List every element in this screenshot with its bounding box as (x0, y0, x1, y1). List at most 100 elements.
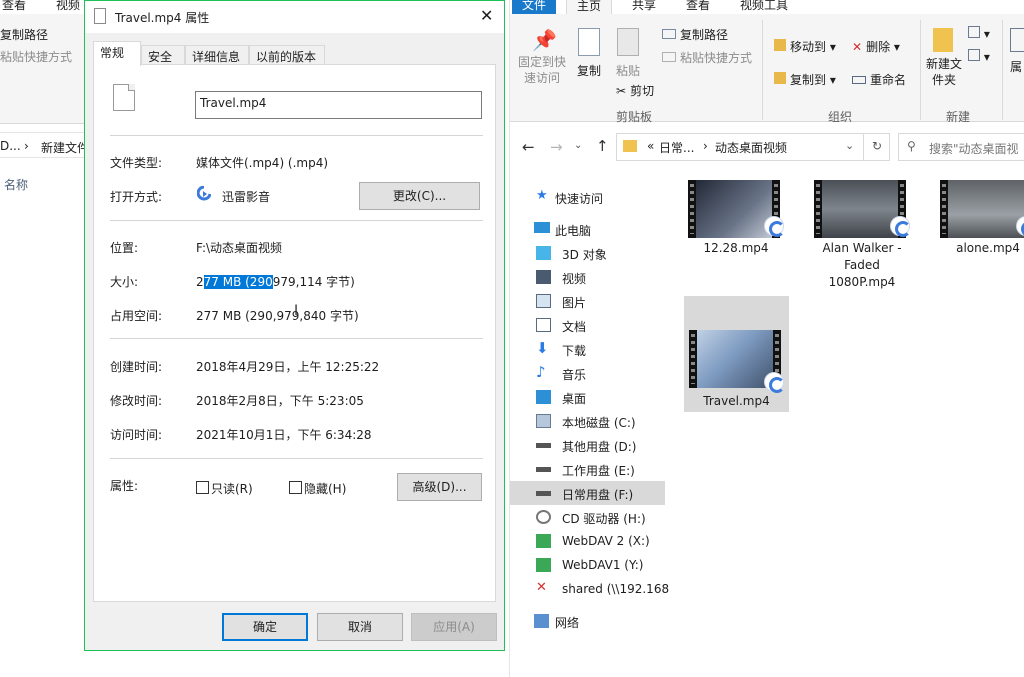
cut-label: 剪切 (630, 84, 655, 98)
advanced-button[interactable]: 高级(D)... (397, 473, 482, 501)
divider (110, 338, 483, 339)
delete-x-icon: ✕ (852, 40, 863, 54)
change-button-label: 更改(C)... (392, 189, 447, 203)
nav-shared-network-drive[interactable]: ✕ shared (\\192.168 (510, 577, 669, 601)
copy-icon (578, 28, 600, 56)
tab-general[interactable]: 常规 (93, 41, 141, 66)
created-value: 2018年4月29日，上午 12:25:22 (196, 360, 380, 374)
paste-shortcut-button[interactable]: 粘贴快捷方式 (662, 49, 752, 66)
paste-shortcut-button[interactable]: 粘贴快捷方式 (0, 48, 72, 65)
cancel-button[interactable]: 取消 (317, 613, 403, 641)
ok-button[interactable]: 确定 (222, 613, 308, 641)
new-item-button[interactable]: ▾ (968, 26, 990, 41)
tab-video[interactable]: 视频 (56, 0, 80, 13)
filename-input[interactable]: Travel.mp4 (195, 91, 482, 119)
recent-dropdown-icon[interactable]: ⌄ (574, 140, 582, 151)
readonly-checkbox[interactable] (196, 481, 209, 494)
cancel-button-label: 取消 (347, 620, 372, 634)
file-icon (94, 8, 106, 24)
windows-drive-icon (536, 414, 551, 428)
easy-access-button[interactable]: ▾ (968, 49, 990, 64)
search-box[interactable]: ⚲ 搜索"动态桌面视 (898, 133, 1024, 161)
copy-to-button[interactable]: 复制到 ▾ (774, 71, 836, 88)
nav-quick-access[interactable]: ★ 快速访问 (510, 185, 665, 209)
nav-network[interactable]: 网络 (510, 609, 665, 633)
refresh-icon[interactable]: ↻ (872, 139, 882, 153)
address-bar[interactable]: D... › 新建文件 (0, 132, 89, 158)
address-bar[interactable]: « 日常... › 动态桌面视频 ⌄ ↻ (616, 133, 890, 161)
nav-pictures[interactable]: 图片 (510, 289, 665, 313)
nav-drive-d[interactable]: 其他用盘 (D:) (510, 433, 665, 457)
tab-home[interactable]: 主页 (566, 0, 613, 14)
copy-to-label: 复制到 (790, 73, 827, 87)
nav-drive-e[interactable]: 工作用盘 (E:) (510, 457, 665, 481)
move-to-button[interactable]: 移动到 ▾ (774, 38, 836, 55)
address-overflow[interactable]: « (647, 139, 654, 153)
tab-general-label: 常规 (100, 46, 125, 60)
tab-file[interactable]: 文件 (512, 0, 557, 14)
nav-drive-f[interactable]: 日常用盘 (F:) (510, 481, 665, 505)
open-with-value: 迅雷影音 (222, 190, 271, 204)
rename-button[interactable]: 重命名 (852, 71, 906, 88)
pin-quick-access-button[interactable]: 📌 固定到快速访问 (516, 28, 570, 86)
nav-this-pc[interactable]: 此电脑 (510, 217, 665, 241)
tab-video-tools[interactable]: 视频工具 (730, 0, 798, 14)
tab-security[interactable]: 安全 (141, 45, 185, 65)
properties-label: 属 (1010, 60, 1023, 74)
nav-drive-c[interactable]: 本地磁盘 (C:) (510, 409, 665, 433)
address-crumb-drive[interactable]: 日常... (659, 139, 694, 156)
address-crumb[interactable]: 新建文件 (41, 139, 89, 156)
tab-share[interactable]: 共享 (622, 0, 666, 14)
document-icon (536, 318, 551, 332)
nav-downloads[interactable]: ⬇ 下载 (510, 337, 665, 361)
drive-icon (536, 467, 551, 472)
nav-documents[interactable]: 文档 (510, 313, 665, 337)
cut-button[interactable]: ✂ 剪切 (616, 82, 654, 99)
nav-webdav-x[interactable]: WebDAV 2 (X:) (510, 529, 665, 553)
file-name: 12.28.mp4 (703, 241, 769, 255)
new-folder-button[interactable]: 新建文件夹 (924, 28, 962, 88)
network-icon (534, 614, 549, 628)
nav-desktop[interactable]: 桌面 (510, 385, 665, 409)
column-header-name[interactable]: 名称 (4, 176, 28, 193)
tab-view[interactable]: 查看 (676, 0, 720, 14)
divider (762, 20, 763, 120)
divider (110, 458, 483, 459)
tab-previous-versions-label: 以前的版本 (256, 50, 317, 64)
music-note-icon: ♪ (536, 363, 546, 381)
paste-button[interactable]: 粘贴 (610, 28, 646, 79)
apply-button[interactable]: 应用(A) (411, 613, 497, 641)
nav-label: 音乐 (562, 368, 587, 382)
address-crumb-folder[interactable]: 动态桌面视频 (715, 139, 787, 156)
scissors-icon: ✂ (616, 84, 627, 98)
copy-path-button[interactable]: 复制路径 (662, 26, 728, 43)
size-value[interactable]: 277 MB (290979,114 字节) (196, 273, 355, 290)
hidden-checkbox[interactable] (289, 481, 302, 494)
file-item-selected[interactable]: Travel.mp4 (684, 296, 789, 412)
properties-button[interactable]: 属 (1010, 28, 1024, 75)
forward-arrow-icon[interactable]: → (550, 138, 563, 156)
back-arrow-icon[interactable]: ← (522, 138, 535, 156)
nav-webdav-y[interactable]: WebDAV1 (Y:) (510, 553, 665, 577)
nav-label: 下载 (562, 344, 587, 358)
nav-videos[interactable]: 视频 (510, 265, 665, 289)
nav-cd-drive-h[interactable]: CD 驱动器 (H:) (510, 505, 665, 529)
nav-3d-objects[interactable]: 3D 对象 (510, 241, 665, 265)
nav-label: 图片 (562, 296, 587, 310)
change-button[interactable]: 更改(C)... (359, 182, 480, 210)
chevron-right-icon: › (24, 139, 29, 153)
tab-view[interactable]: 查看 (2, 0, 26, 13)
up-arrow-icon[interactable]: ↑ (596, 137, 609, 155)
delete-button[interactable]: ✕ 删除 ▾ (852, 38, 900, 55)
file-name: alone.mp4 (956, 241, 1020, 255)
xunlei-player-icon (890, 216, 911, 237)
nav-label: WebDAV1 (Y:) (562, 558, 644, 572)
close-icon[interactable]: ✕ (480, 6, 493, 25)
nav-music[interactable]: ♪ 音乐 (510, 361, 665, 385)
chevron-down-icon[interactable]: ⌄ (845, 139, 854, 152)
tab-details[interactable]: 详细信息 (185, 45, 249, 65)
tab-previous-versions[interactable]: 以前的版本 (249, 45, 325, 65)
copy-path-button[interactable]: 复制路径 (0, 26, 48, 43)
divider (110, 220, 483, 221)
copy-button[interactable]: 复制 (572, 28, 606, 79)
